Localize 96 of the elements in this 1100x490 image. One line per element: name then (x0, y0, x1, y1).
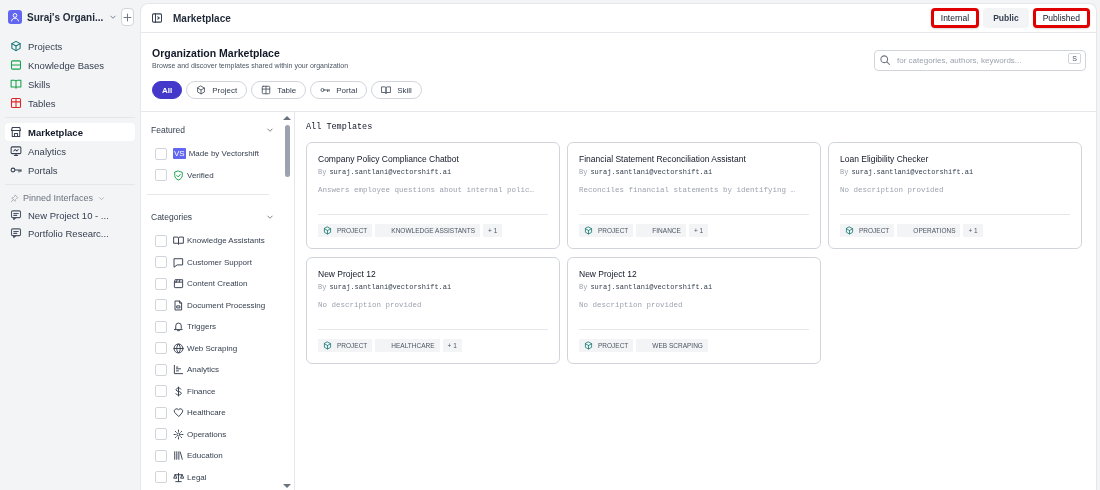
filter-label[interactable]: Legal (187, 472, 207, 482)
card-title: Financial Statement Reconciliation Assistant (579, 154, 747, 164)
checkbox[interactable] (155, 169, 167, 182)
checkbox[interactable] (155, 277, 167, 290)
globe-icon (173, 342, 184, 354)
cube-icon (584, 341, 593, 350)
card-title: New Project 12 (579, 269, 638, 279)
section-toggle[interactable]: Categories (151, 209, 275, 225)
nav-item[interactable]: Projects (5, 37, 135, 55)
filter-label[interactable]: Analytics (187, 365, 219, 375)
scope-tab[interactable]: Internal (930, 8, 980, 28)
cube-icon (196, 85, 207, 95)
open-book-icon (381, 85, 392, 95)
shield-check-icon (173, 169, 184, 181)
nav-item[interactable]: Analytics (5, 142, 135, 160)
sidebar-toggle-icon (151, 12, 163, 24)
library-icon (173, 450, 184, 462)
chevron-down-icon (108, 12, 119, 22)
list-heading: All Templates (306, 122, 374, 132)
checkbox[interactable] (155, 234, 167, 247)
filter-label[interactable]: Web Scraping (187, 343, 238, 353)
scope-tab[interactable]: Public (983, 8, 1029, 28)
pinned-item[interactable]: Portfolio Researc... (5, 224, 135, 242)
section-toggle[interactable]: Featured (151, 122, 275, 138)
scale-icon (173, 471, 184, 483)
checkbox[interactable] (155, 342, 167, 355)
sidebar-toggle-button[interactable] (149, 10, 165, 26)
table-icon (10, 97, 22, 109)
open-book-icon (173, 235, 184, 247)
nav-item[interactable]: Knowledge Bases (5, 56, 135, 74)
filter-chip[interactable]: Table (251, 81, 307, 99)
chevron-down-icon (265, 125, 275, 135)
checkbox[interactable] (155, 406, 167, 419)
checkbox[interactable] (155, 471, 167, 484)
pin-icon (10, 193, 19, 203)
nav-item[interactable]: Skills (5, 75, 135, 93)
bell-icon (173, 321, 184, 333)
section-title: Organization Marketplace (152, 47, 281, 59)
card-title: Company Policy Compliance Chatbot (318, 154, 460, 164)
filter-label[interactable]: Healthcare (187, 408, 226, 418)
filter-label[interactable]: Customer Support (187, 257, 252, 267)
filter-chip[interactable]: All (152, 81, 183, 99)
key-icon (320, 85, 331, 95)
cube-icon (10, 40, 22, 52)
cube-icon (323, 341, 332, 350)
bar-chart-icon (173, 364, 184, 376)
filter-label[interactable]: Content Creation (187, 279, 248, 289)
store-icon (10, 126, 22, 138)
table-icon (261, 85, 272, 95)
cube-icon (323, 226, 332, 235)
chat-icon (10, 227, 22, 239)
avatar-icon (8, 10, 22, 24)
speech-bubble-icon (173, 256, 184, 268)
document-icon (173, 299, 184, 311)
checkbox[interactable] (155, 449, 167, 462)
filter-label[interactable]: Verified (187, 170, 214, 180)
monitor-icon (10, 145, 22, 157)
cube-icon (845, 226, 854, 235)
heart-icon (173, 407, 184, 419)
filter-label[interactable]: Knowledge Assistants (187, 236, 265, 246)
dollar-icon (173, 385, 184, 397)
checkbox[interactable] (155, 320, 167, 333)
chevron-down-icon (265, 212, 275, 222)
filter-chip[interactable]: Skill (371, 81, 422, 99)
page-title: Marketplace (173, 12, 231, 24)
logo-badge: VS (173, 148, 186, 160)
organization-switcher[interactable]: Suraj's Organi... (5, 8, 122, 26)
cube-icon (584, 226, 593, 235)
filter-label[interactable]: Education (187, 451, 223, 461)
nav-item[interactable]: Portals (5, 161, 135, 179)
checkbox[interactable] (155, 256, 167, 269)
pinned-item[interactable]: New Project 10 - ... (5, 206, 135, 224)
filter-label[interactable]: Triggers (187, 322, 217, 332)
pinned-section-toggle[interactable]: Pinned Interfaces (5, 190, 135, 206)
scope-tab[interactable]: Published (1032, 8, 1090, 28)
checkbox[interactable] (155, 147, 167, 160)
search-icon (879, 53, 891, 66)
filter-label[interactable]: Document Processing (187, 300, 266, 310)
card-title: New Project 12 (318, 269, 377, 279)
checkbox[interactable] (155, 385, 167, 398)
checkbox[interactable] (155, 363, 167, 376)
filter-label[interactable]: Operations (187, 429, 227, 439)
add-button[interactable] (121, 8, 135, 26)
checkbox[interactable] (155, 299, 167, 312)
clapperboard-icon (173, 278, 184, 290)
card-title: Loan Eligibility Checker (840, 154, 930, 164)
filter-chip[interactable]: Project (186, 81, 248, 99)
filter-chip[interactable]: Portal (310, 81, 368, 99)
nav-item[interactable]: Tables (5, 94, 135, 112)
checkbox[interactable] (155, 428, 167, 441)
filter-label[interactable]: Finance (187, 386, 216, 396)
filter-label[interactable]: Made by Vectorshift (188, 149, 259, 159)
nav-item[interactable]: Marketplace (5, 123, 135, 141)
plus-icon (122, 11, 134, 23)
open-book-icon (10, 78, 22, 90)
chat-icon (10, 209, 22, 221)
